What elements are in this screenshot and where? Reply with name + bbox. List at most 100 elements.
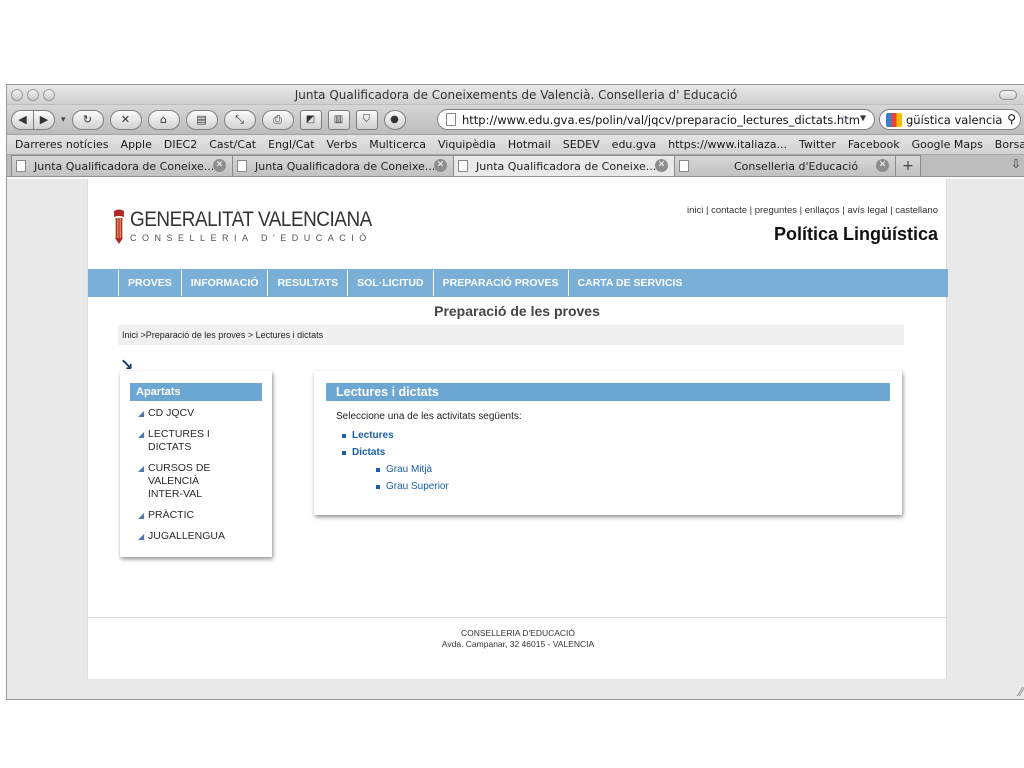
link-grau-mitja[interactable]: Grau Mitjà — [376, 464, 890, 475]
main-menu: PROVES INFORMACIÓ RESULTATS SOL·LICITUD PREP… — [88, 269, 948, 297]
bookmark-item[interactable]: Darreres notícies — [9, 138, 115, 151]
address-bar[interactable]: http://www.edu.gva.es/polin/val/jqcv/pre… — [437, 109, 875, 130]
bookmark-item[interactable]: Cast/Cat — [203, 138, 262, 151]
page-icon — [237, 160, 247, 172]
close-tab-icon[interactable]: ✕ — [213, 159, 226, 172]
link-label[interactable]: Lectures — [352, 430, 394, 441]
resize-grip-icon[interactable]: ⁄⁄ — [1019, 685, 1023, 699]
close-tab-icon[interactable]: ✕ — [655, 159, 668, 172]
sidebar-item-practic[interactable]: ◢ PRÀCTIC — [138, 509, 262, 522]
bookmark-item[interactable]: edu.gva — [606, 138, 662, 151]
sidebar-item-label: CURSOS DE VALENCIÀ INTER-VAL — [148, 462, 211, 500]
bookmark-item[interactable]: Borsa Cat — [989, 138, 1024, 151]
url-text[interactable]: http://www.edu.gva.es/polin/val/jqcv/pre… — [462, 113, 860, 127]
toolbar-toggle-button[interactable] — [999, 90, 1017, 100]
sidebar-icon: ▥ — [333, 114, 344, 125]
url-dropdown-icon[interactable]: ▼ — [860, 113, 866, 124]
logo-sub-text: CONSELLERIA D'EDUCACIÓ — [130, 233, 372, 243]
save-icon: ▤ — [196, 113, 207, 126]
tab-2[interactable]: Junta Qualificadora de Coneixe... ✕ — [232, 155, 454, 176]
close-tab-icon[interactable]: ✕ — [876, 159, 889, 172]
search-input[interactable]: güística valencia — [906, 113, 1002, 127]
link-lectures[interactable]: Lectures — [342, 430, 890, 441]
expand-icon: ⤡ — [235, 112, 244, 126]
new-tab-button[interactable]: + — [895, 155, 921, 176]
tab-label: Junta Qualificadora de Coneixe... — [34, 159, 215, 173]
triangle-bullet-icon: ◢ — [138, 532, 145, 541]
save-button[interactable]: ▤ — [185, 109, 218, 130]
tab-3[interactable]: Junta Qualificadora de Coneixe... ✕ — [453, 155, 675, 176]
page-icon — [458, 160, 468, 172]
top-links[interactable]: inici | contacte | preguntes | enllaços … — [687, 205, 938, 216]
link-label[interactable]: Grau Mitjà — [386, 464, 432, 475]
menu-item[interactable]: INFORMACIÓ — [180, 270, 268, 296]
search-field[interactable]: güística valencia ⚲ — [879, 109, 1021, 130]
title-bar: Junta Qualificadora de Coneixements de V… — [7, 85, 1024, 105]
section-title: Política Lingüística — [773, 224, 938, 244]
speech-bubble-icon: ● — [390, 114, 399, 125]
back-arrow-icon: ◀ — [18, 113, 27, 126]
back-button[interactable]: ◀ — [11, 109, 33, 130]
tab-4[interactable]: Conselleria d'Educació ✕ — [674, 155, 896, 176]
bookmark-item[interactable]: Apple — [115, 138, 158, 151]
tab-list-icon[interactable]: ⇩ — [1011, 157, 1021, 171]
google-search-engine-icon[interactable] — [886, 112, 902, 127]
sidebar-item-label: CD JQCV — [148, 407, 195, 419]
close-tab-icon[interactable]: ✕ — [434, 159, 447, 172]
tag-button[interactable]: ⛉ — [355, 109, 378, 130]
home-button[interactable]: ⌂ — [147, 109, 180, 130]
reload-button[interactable]: ↻ — [71, 109, 104, 130]
square-bullet-icon — [342, 451, 346, 455]
stop-icon: ✕ — [120, 113, 131, 126]
sidebar-item-label: PRÀCTIC — [148, 509, 195, 521]
menu-item[interactable]: SOL·LICITUD — [347, 270, 433, 296]
bookmark-item[interactable]: Verbs — [321, 138, 364, 151]
content-panel: Lectures i dictats Seleccione una de les… — [314, 371, 902, 515]
bookmark-star-icon[interactable]: ☆ — [840, 111, 848, 127]
site-logo[interactable]: GENERALITAT VALENCIANA CONSELLERIA D'EDU… — [112, 209, 399, 245]
triangle-bullet-icon: ◢ — [138, 409, 145, 418]
print-button[interactable]: ⎙ — [261, 109, 294, 130]
bookmark-item[interactable]: Twitter — [793, 138, 842, 151]
page-icon — [16, 160, 26, 172]
sidebar-item-cursos[interactable]: ◢ CURSOS DE VALENCIÀ INTER-VAL — [138, 462, 214, 501]
bookmark-item[interactable]: Engl/Cat — [262, 138, 320, 151]
sidebar-header: Apartats — [130, 383, 262, 401]
link-dictats[interactable]: Dictats Grau Mitjà Grau Superior — [342, 447, 890, 492]
breadcrumb[interactable]: Inici >Preparació de les proves > Lectur… — [118, 325, 904, 345]
sidebar-item-lectures-dictats[interactable]: ◢ LECTURES I DICTATS — [138, 428, 214, 454]
bookmark-item[interactable]: Facebook — [842, 138, 906, 151]
bookmark-item[interactable]: Google Maps — [906, 138, 989, 151]
bookmark-item[interactable]: Viquipèdia — [432, 138, 502, 151]
menu-item[interactable]: PROVES — [118, 270, 181, 296]
bookmark-item[interactable]: SEDEV — [557, 138, 606, 151]
bookmark-item[interactable]: https://www.italiaza... — [662, 138, 793, 151]
menu-item[interactable]: PREPARACIÓ PROVES — [432, 270, 568, 296]
web-page: GENERALITAT VALENCIANA CONSELLERIA D'EDU… — [87, 179, 948, 679]
dictats-sublist: Grau Mitjà Grau Superior — [376, 464, 890, 492]
menu-item[interactable]: RESULTATS — [267, 270, 347, 296]
sidebar-item-jugallengua[interactable]: ◢ JUGALLENGUA — [138, 530, 262, 543]
link-label[interactable]: Dictats — [352, 447, 385, 458]
bookmark-item[interactable]: DIEC2 — [158, 138, 203, 151]
fullscreen-button[interactable]: ⤡ — [223, 109, 256, 130]
bookmark-item[interactable]: Hotmail — [502, 138, 557, 151]
logo-main-text: GENERALITAT VALENCIANA — [130, 208, 372, 231]
browser-window: Junta Qualificadora de Coneixements de V… — [6, 84, 1024, 700]
link-label[interactable]: Grau Superior — [386, 481, 449, 492]
tab-1[interactable]: Junta Qualificadora de Coneixe... ✕ — [11, 155, 233, 176]
search-icon[interactable]: ⚲ — [1007, 112, 1016, 126]
split-view-button[interactable]: ◩ — [299, 109, 322, 130]
menu-item[interactable]: CARTA DE SERVICIS — [567, 270, 692, 296]
sidebar-item-cd-jqcv[interactable]: ◢ CD JQCV — [138, 407, 262, 420]
forward-arrow-icon: ▶ — [39, 113, 49, 126]
home-icon: ⌂ — [160, 113, 168, 126]
bookmark-item[interactable]: Multicerca — [363, 138, 432, 151]
sidebar-button[interactable]: ▥ — [327, 109, 350, 130]
link-grau-superior[interactable]: Grau Superior — [376, 481, 890, 492]
stop-button[interactable]: ✕ — [109, 109, 142, 130]
chat-button[interactable]: ● — [383, 109, 406, 130]
history-dropdown-icon[interactable]: ▾ — [61, 115, 66, 125]
reload-icon: ↻ — [82, 113, 93, 126]
forward-button[interactable]: ▶ — [33, 109, 55, 130]
